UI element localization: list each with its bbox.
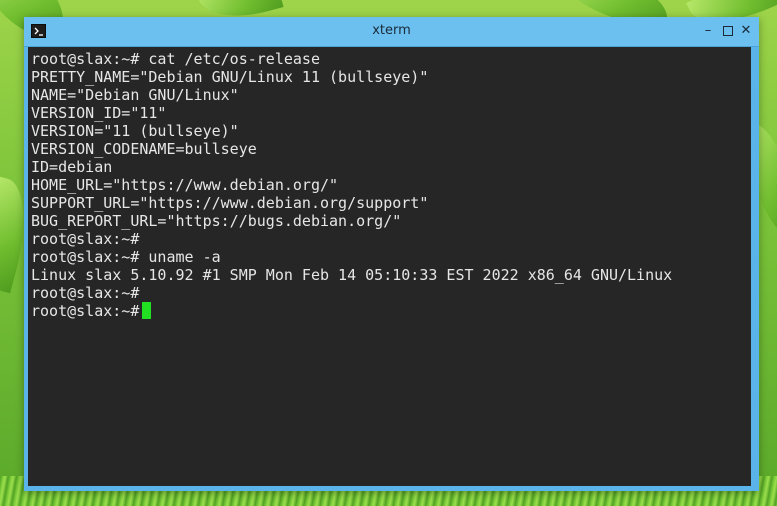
current-prompt: root@slax:~# <box>31 302 140 320</box>
terminal-line: NAME="Debian GNU/Linux" <box>31 86 239 104</box>
maximize-icon <box>723 26 733 36</box>
maximize-button[interactable] <box>720 23 736 39</box>
terminal-line: HOME_URL="https://www.debian.org/" <box>31 176 339 194</box>
terminal-line: ID=debian <box>31 158 113 176</box>
terminal-line: VERSION_ID="11" <box>31 104 167 122</box>
terminal-line: Linux slax 5.10.92 #1 SMP Mon Feb 14 05:… <box>31 266 673 284</box>
window-title: xterm <box>372 23 411 38</box>
terminal-line: root@slax:~# <box>31 230 140 248</box>
terminal-cursor <box>142 302 152 319</box>
terminal-line: VERSION="11 (bullseye)" <box>31 122 239 140</box>
terminal-line: root@slax:~# <box>31 284 140 302</box>
window-titlebar[interactable]: xterm – ✕ <box>24 17 759 47</box>
minimize-button[interactable]: – <box>700 23 716 39</box>
terminal-line: VERSION_CODENAME=bullseye <box>31 140 257 158</box>
current-prompt-line[interactable]: root@slax:~# <box>31 302 672 320</box>
terminal-line: PRETTY_NAME="Debian GNU/Linux 11 (bullse… <box>31 68 429 86</box>
terminal-line: root@slax:~# cat /etc/os-release <box>31 50 320 68</box>
xterm-window: xterm – ✕ root@slax:~# cat /etc/os-relea… <box>24 17 759 491</box>
terminal-line: root@slax:~# uname -a <box>31 248 221 266</box>
terminal-area[interactable]: root@slax:~# cat /etc/os-release PRETTY_… <box>28 47 751 486</box>
terminal-output: root@slax:~# cat /etc/os-release PRETTY_… <box>31 50 672 320</box>
terminal-line: BUG_REPORT_URL="https://bugs.debian.org/… <box>31 212 402 230</box>
terminal-line: SUPPORT_URL="https://www.debian.org/supp… <box>31 194 429 212</box>
close-button[interactable]: ✕ <box>738 23 754 39</box>
